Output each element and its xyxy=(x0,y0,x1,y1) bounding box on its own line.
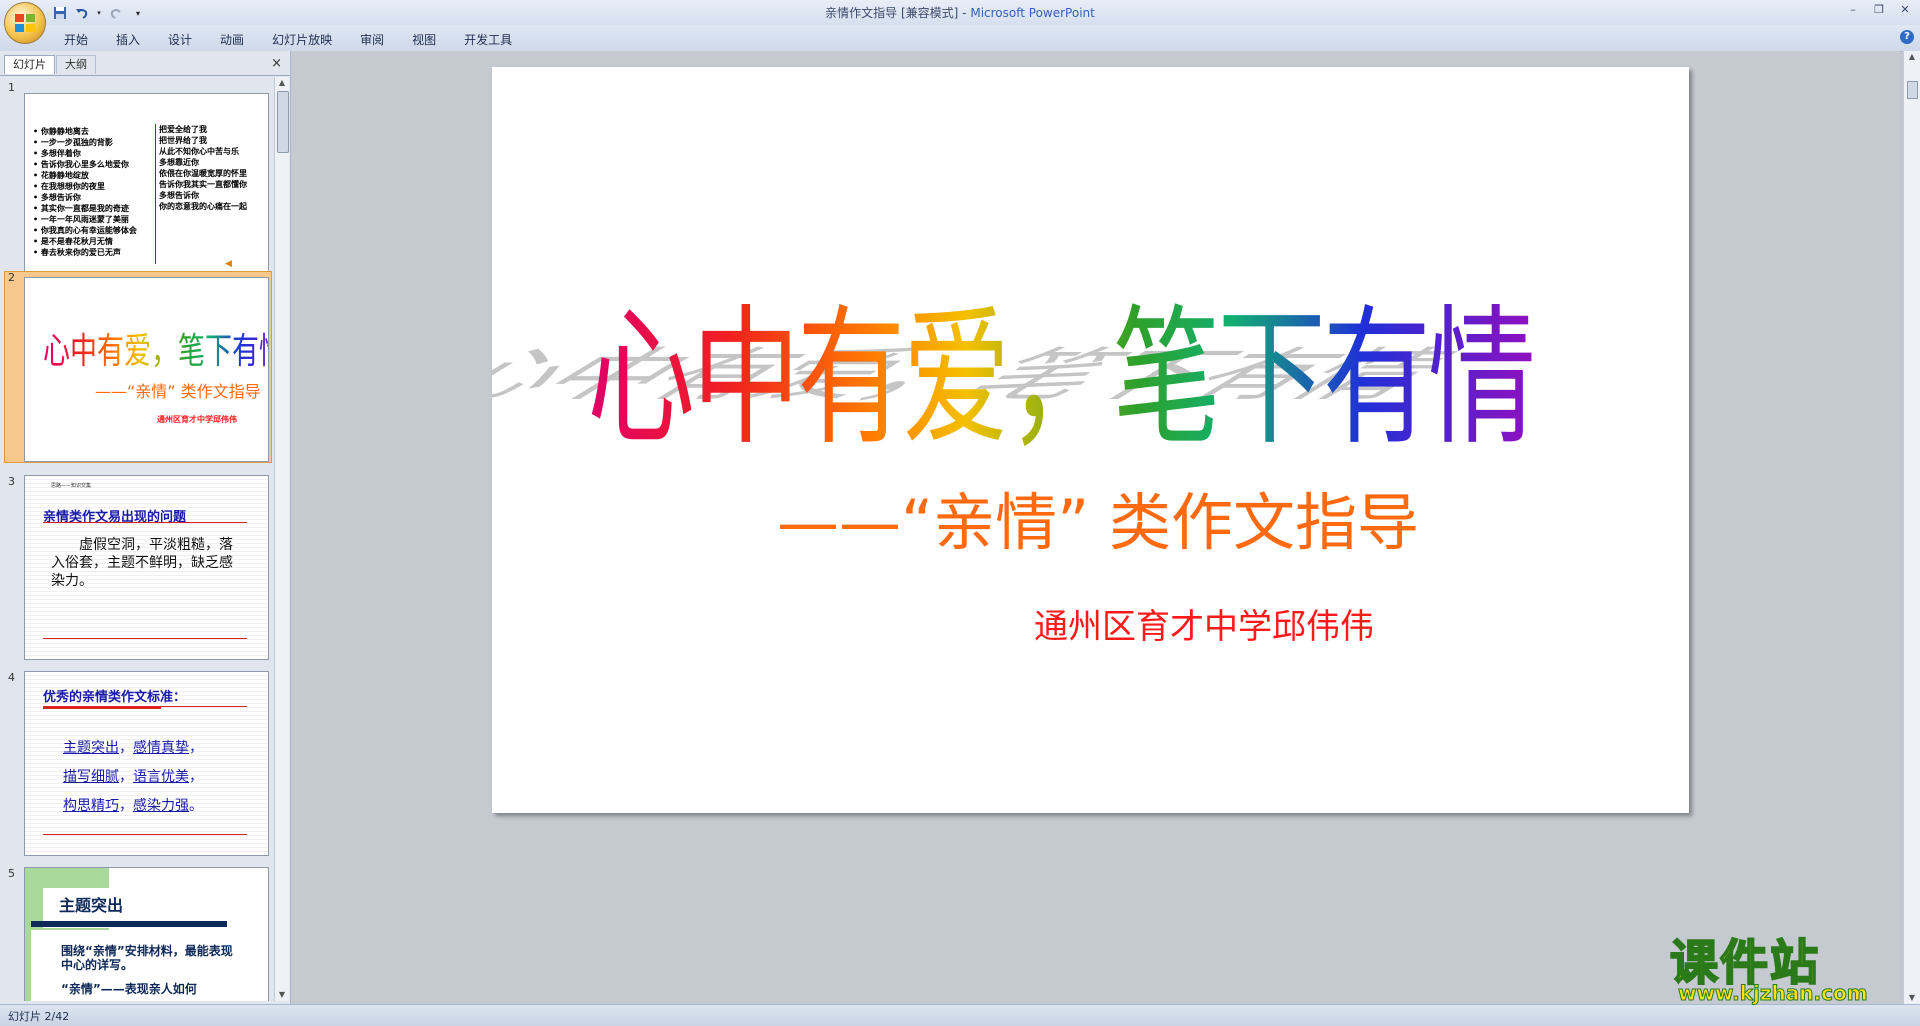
thumb5-bar xyxy=(31,921,227,927)
tab-insert[interactable]: 插入 xyxy=(102,29,154,50)
slide-title[interactable]: 心中有爱，笔下有情 xyxy=(587,257,1536,474)
tab-animations[interactable]: 动画 xyxy=(206,29,258,50)
thumb5-body2: “亲情”——表现亲人如何 xyxy=(61,982,197,996)
tab-slideshow[interactable]: 幻灯片放映 xyxy=(258,29,346,50)
thumb1-left-text: • 你静静地离去 • 一步一步孤独的背影 • 多想伴着你 • 告诉你我心里多么地… xyxy=(33,127,137,257)
thumbnail-scrollbar[interactable]: ▲ ▼ xyxy=(274,77,289,1001)
thumb1-divider xyxy=(155,124,156,264)
scroll-down-icon[interactable]: ▼ xyxy=(277,990,287,1000)
status-bar: 幻灯片 2/42 xyxy=(0,1004,1920,1026)
restore-icon[interactable]: ❐ xyxy=(1872,3,1886,16)
thumb4-line: 主题突出，感情真挚， xyxy=(63,740,203,756)
minimize-icon[interactable]: – xyxy=(1846,3,1860,16)
watermark-url: www.kjzhan.com xyxy=(1678,981,1869,1006)
thumb4-rule-bold xyxy=(43,707,161,709)
thumb4-line: 构思精巧，感染力强。 xyxy=(63,798,203,814)
window-title: 亲情作文指导 [兼容模式] - Microsoft PowerPoint xyxy=(0,4,1920,21)
ribbon: 开始 插入 设计 动画 幻灯片放映 审阅 视图 开发工具 ? xyxy=(0,25,1920,52)
tab-view[interactable]: 视图 xyxy=(398,29,450,50)
thumb4-title: 优秀的亲情类作文标准： xyxy=(43,690,187,705)
thumb2-subtitle: ——“亲情” 类作文指导 xyxy=(95,382,261,401)
slide-indicator: 幻灯片 2/42 xyxy=(8,1010,70,1023)
title-bar: ▾ ▾ 亲情作文指导 [兼容模式] - Microsoft PowerPoint… xyxy=(0,0,1920,25)
slide-author[interactable]: 通州区育才中学邱伟伟 xyxy=(1034,599,1374,648)
scroll-up-icon[interactable]: ▲ xyxy=(277,78,287,88)
title-separator: - xyxy=(962,6,967,20)
scrollbar-thumb[interactable] xyxy=(277,91,289,153)
thumb2-author: 通州区育才中学邱伟伟 xyxy=(157,415,237,424)
slide-editing-area: 心中有爱，笔下有情 心中有爱，笔下有情 ——“亲情” 类作文指导 通州区育才中学… xyxy=(291,51,1900,1004)
application-name: Microsoft PowerPoint xyxy=(970,6,1095,20)
thumb5-title: 主题突出 xyxy=(59,896,124,915)
thumb2-title: 心中有爱，笔下有情 xyxy=(43,322,268,374)
scroll-down-icon[interactable]: ▼ xyxy=(1907,993,1917,1003)
current-slide[interactable]: 心中有爱，笔下有情 心中有爱，笔下有情 ——“亲情” 类作文指导 通州区育才中学… xyxy=(492,67,1689,813)
slide-scrollbar[interactable]: ▲ ▼ xyxy=(1903,51,1920,1004)
thumb3-rule xyxy=(43,522,247,523)
tab-home[interactable]: 开始 xyxy=(50,29,102,50)
scroll-up-icon[interactable]: ▲ xyxy=(1907,52,1917,62)
panel-close-icon[interactable]: × xyxy=(271,56,282,71)
thumb3-body: 虚假空洞，平淡粗糙，落入俗套，主题不鲜明，缺乏感染力。 xyxy=(51,537,233,589)
slide-thumbnail-3[interactable]: 思路——知识交集 亲情类作文易出现的问题 虚假空洞，平淡粗糙，落入俗套，主题不鲜… xyxy=(24,475,269,660)
slide-number: 5 xyxy=(8,867,15,880)
help-icon[interactable]: ? xyxy=(1900,30,1914,44)
thumb4-bottom-rule xyxy=(43,834,247,835)
slide-number: 3 xyxy=(8,475,15,488)
thumb3-header: 思路——知识交集 xyxy=(51,483,92,489)
thumb3-bottom-rule xyxy=(43,638,247,639)
slide-thumbnail-1[interactable]: • 你静静地离去 • 一步一步孤独的背影 • 多想伴着你 • 告诉你我心里多么地… xyxy=(24,93,269,278)
close-icon[interactable]: ✕ xyxy=(1898,3,1912,16)
slide-number: 4 xyxy=(8,671,15,684)
tab-design[interactable]: 设计 xyxy=(154,29,206,50)
tab-outline[interactable]: 大纲 xyxy=(56,55,96,74)
window-controls: – ❐ ✕ xyxy=(1846,3,1912,16)
sound-icon: ◀ xyxy=(225,259,232,269)
scrollbar-thumb[interactable] xyxy=(1907,81,1918,99)
thumb4-list: 主题突出，感情真挚， 描写细腻，语言优美， 构思精巧，感染力强。 xyxy=(63,734,203,821)
slide-thumbnail-2[interactable]: 心中有爱，笔下有情 ——“亲情” 类作文指导 通州区育才中学邱伟伟 xyxy=(24,277,269,462)
panel-tabs: 幻灯片 大纲 × xyxy=(0,53,290,76)
ribbon-tabs: 开始 插入 设计 动画 幻灯片放映 审阅 视图 开发工具 xyxy=(50,29,526,50)
slide-number: 1 xyxy=(8,81,15,94)
tab-slides[interactable]: 幻灯片 xyxy=(4,55,55,74)
office-button[interactable] xyxy=(4,2,46,44)
tab-developer[interactable]: 开发工具 xyxy=(450,29,526,50)
watermark: 课件站 www.kjzhan.com xyxy=(1669,923,1900,1006)
thumb1-right-text: 把爱全给了我 把世界给了我 从此不知你心中苦与乐 多想靠近你 依偎在你温暖宽厚的… xyxy=(159,125,247,211)
office-logo-icon xyxy=(15,14,35,32)
document-title: 亲情作文指导 [兼容模式] xyxy=(825,6,959,20)
tab-review[interactable]: 审阅 xyxy=(346,29,398,50)
slide-subtitle[interactable]: ——“亲情” 类作文指导 xyxy=(777,472,1419,562)
slide-number: 2 xyxy=(8,271,15,284)
slides-panel: 幻灯片 大纲 × 1 • 你静静地离去 • 一步一步孤独的背影 • 多想伴着你 … xyxy=(0,51,291,1004)
slide-thumbnails: 1 • 你静静地离去 • 一步一步孤独的背影 • 多想伴着你 • 告诉你我心里多… xyxy=(0,77,272,1001)
thumb4-line: 描写细腻，语言优美， xyxy=(63,769,203,785)
slide-thumbnail-4[interactable]: 优秀的亲情类作文标准： 主题突出，感情真挚， 描写细腻，语言优美， 构思精巧，感… xyxy=(24,671,269,856)
thumb5-body1: 围绕“亲情”安排材料，最能表现中心的详写。 xyxy=(61,944,233,972)
slide-thumbnail-5[interactable]: 主题突出 围绕“亲情”安排材料，最能表现中心的详写。 “亲情”——表现亲人如何 xyxy=(24,867,269,1001)
